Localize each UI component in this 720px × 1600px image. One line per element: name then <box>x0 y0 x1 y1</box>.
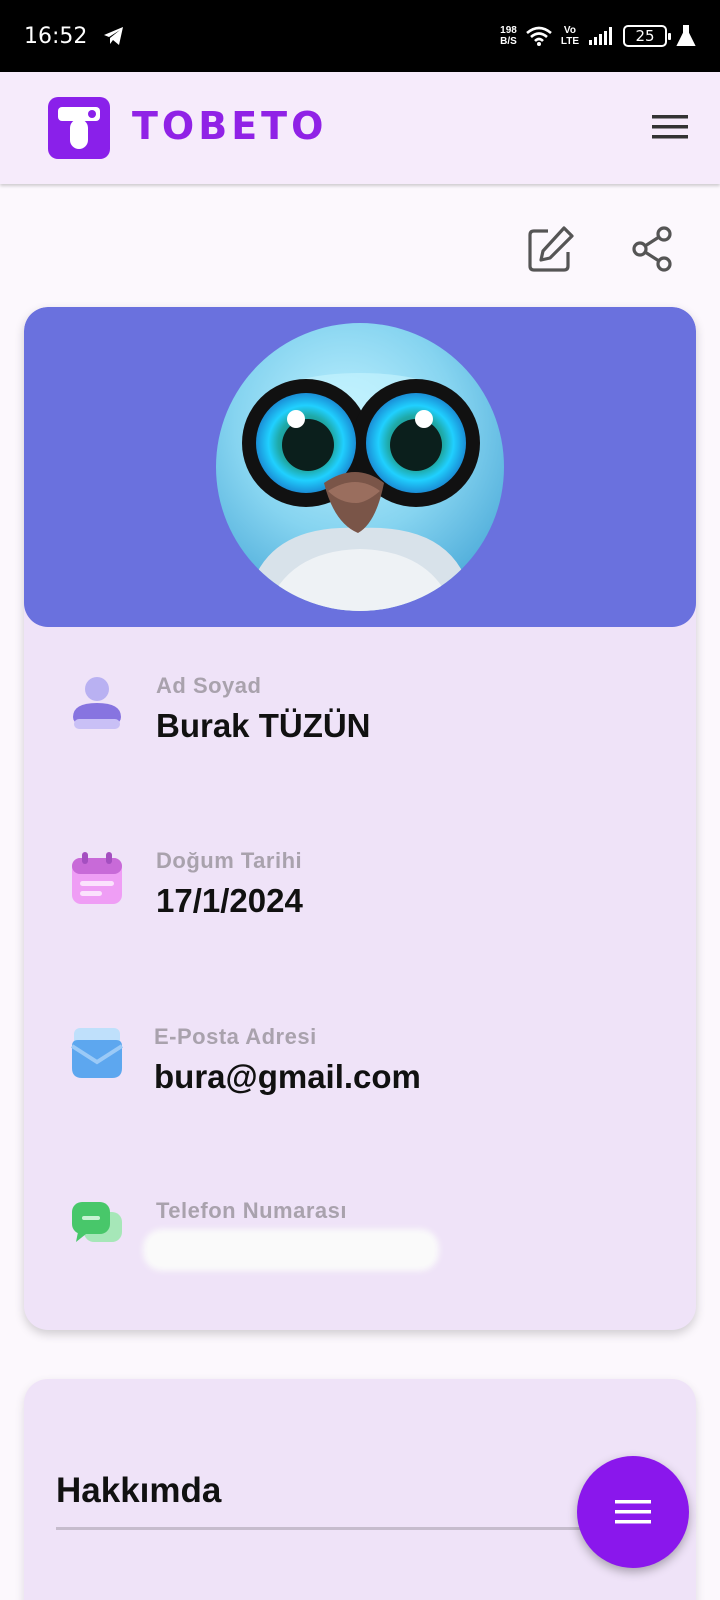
avatar[interactable] <box>216 323 504 611</box>
birthdate-field: Doğum Tarihi 17/1/2024 <box>24 848 696 968</box>
wifi-icon <box>526 26 552 46</box>
telegram-icon <box>104 27 124 45</box>
name-value: Burak TÜZÜN <box>156 707 371 744</box>
email-value: bura@gmail.com <box>154 1058 421 1095</box>
battery-indicator: 25 <box>623 25 671 47</box>
volte-indicator: Vo LTE <box>560 25 579 47</box>
about-divider <box>56 1527 616 1530</box>
share-profile-button[interactable] <box>628 224 678 274</box>
birthdate-label: Doğum Tarihi <box>156 848 303 873</box>
menu-icon <box>652 115 688 139</box>
birthdate-value: 17/1/2024 <box>156 882 303 919</box>
status-time: 16:52 <box>24 23 88 49</box>
floating-menu-button[interactable] <box>577 1456 689 1568</box>
signal-icon <box>589 27 612 45</box>
person-icon <box>73 677 121 729</box>
share-icon <box>632 226 672 272</box>
edit-profile-button[interactable] <box>526 224 576 274</box>
profile-card: Ad Soyad Burak TÜZÜN Doğum Tarihi 17/1/2… <box>24 307 696 1330</box>
calendar-icon <box>72 852 122 904</box>
name-label: Ad Soyad <box>156 673 262 698</box>
app-bar: TOBETO <box>0 72 720 184</box>
phone-field: Telefon Numarası + <box>24 1198 696 1318</box>
phone-redaction <box>148 1234 434 1266</box>
edit-icon <box>528 226 574 272</box>
network-speed: 198 B/S <box>500 25 517 47</box>
tobeto-logo-icon[interactable] <box>48 97 110 159</box>
about-title: Hakkımda <box>56 1471 222 1510</box>
menu-icon <box>615 1500 651 1524</box>
chat-icon <box>72 1202 122 1242</box>
phone-label: Telefon Numarası <box>156 1198 347 1223</box>
status-bar: 16:52 198 B/S Vo LTE 25 <box>0 0 720 72</box>
email-field: E-Posta Adresi bura@gmail.com <box>24 1024 696 1144</box>
flask-icon <box>676 25 696 46</box>
brand-logo-text[interactable]: TOBETO <box>132 104 327 148</box>
name-field: Ad Soyad Burak TÜZÜN <box>24 673 696 793</box>
mail-icon <box>70 1028 124 1078</box>
hamburger-menu-button[interactable] <box>650 110 690 144</box>
email-label: E-Posta Adresi <box>154 1024 317 1049</box>
